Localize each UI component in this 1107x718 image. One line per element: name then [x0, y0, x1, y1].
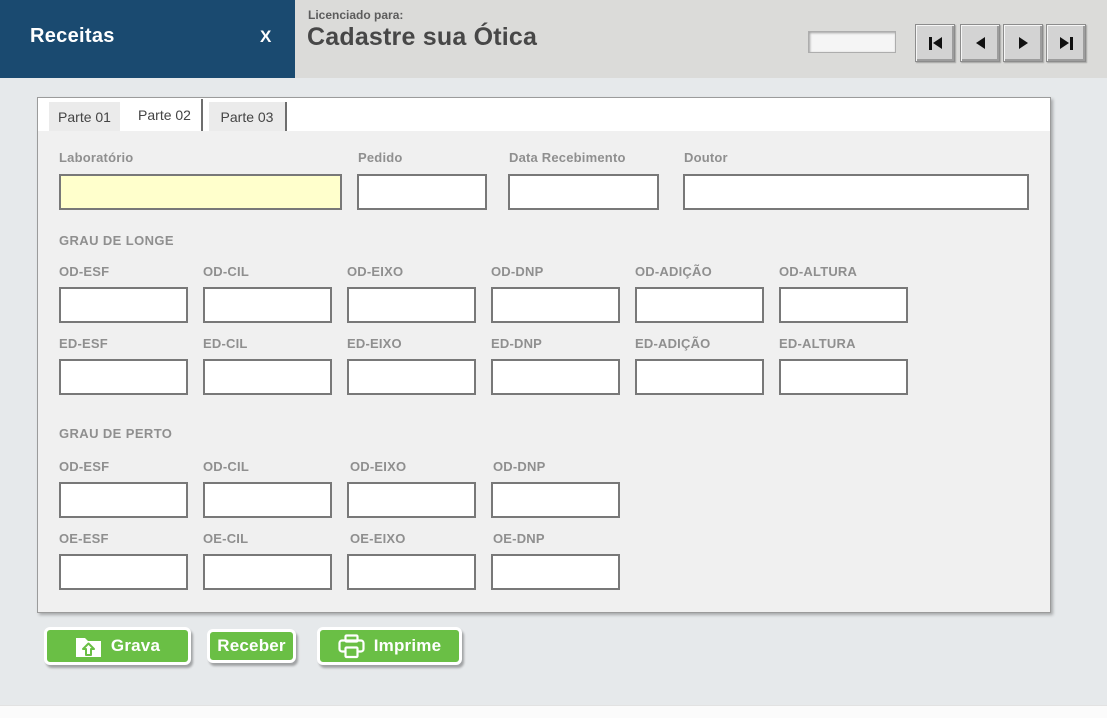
- longe-od-esf-label: OD-ESF: [59, 264, 110, 279]
- grava-button-label: Grava: [110, 636, 161, 655]
- previous-record-icon: [975, 37, 985, 49]
- perto-od-eixo-input[interactable]: [347, 482, 476, 518]
- first-record-icon: [928, 36, 932, 50]
- close-icon[interactable]: X: [260, 27, 271, 47]
- form-panel: Parte 01 Parte 02 Parte 03 Laboratório P…: [37, 97, 1051, 613]
- perto-oe-esf-label: OE-ESF: [59, 531, 109, 546]
- grava-button[interactable]: Grava: [44, 627, 191, 665]
- perto-oe-dnp-input[interactable]: [491, 554, 620, 590]
- doutor-input[interactable]: [683, 174, 1029, 210]
- window-bottom-edge: [0, 705, 1107, 718]
- grau-longe-title: GRAU DE LONGE: [59, 233, 174, 248]
- window-title-bar: Receitas X: [0, 0, 295, 78]
- header-bar: Receitas X Licenciado para: Cadastre sua…: [0, 0, 1107, 78]
- perto-oe-eixo-input[interactable]: [347, 554, 476, 590]
- next-record-button[interactable]: [1003, 24, 1043, 62]
- longe-od-altura-label: OD-ALTURA: [779, 264, 858, 279]
- perto-od-eixo-label: OD-EIXO: [350, 459, 407, 474]
- perto-oe-cil-input[interactable]: [203, 554, 332, 590]
- longe-ed-esf-input[interactable]: [59, 359, 188, 395]
- longe-ed-dnp-input[interactable]: [491, 359, 620, 395]
- perto-od-cil-input[interactable]: [203, 482, 332, 518]
- next-record-icon: [1018, 37, 1028, 49]
- data-recebimento-input[interactable]: [508, 174, 659, 210]
- longe-od-cil-input[interactable]: [203, 287, 332, 323]
- perto-od-esf-input[interactable]: [59, 482, 188, 518]
- tab-strip: Parte 01 Parte 02 Parte 03: [38, 98, 1050, 131]
- longe-od-adicao-label: OD-ADIÇÃO: [635, 264, 712, 279]
- perto-oe-dnp-label: OE-DNP: [493, 531, 545, 546]
- perto-od-esf-label: OD-ESF: [59, 459, 110, 474]
- last-record-button[interactable]: [1046, 24, 1086, 62]
- imprime-button-label: Imprime: [373, 636, 442, 655]
- first-record-button[interactable]: [915, 24, 955, 62]
- longe-ed-altura-label: ED-ALTURA: [779, 336, 856, 351]
- longe-ed-adicao-input[interactable]: [635, 359, 764, 395]
- longe-od-dnp-label: OD-DNP: [491, 264, 544, 279]
- pedido-input[interactable]: [357, 174, 487, 210]
- perto-oe-esf-input[interactable]: [59, 554, 188, 590]
- laboratorio-label: Laboratório: [59, 150, 134, 165]
- longe-ed-cil-label: ED-CIL: [203, 336, 248, 351]
- pedido-label: Pedido: [358, 150, 403, 165]
- longe-ed-altura-input[interactable]: [779, 359, 908, 395]
- data-recebimento-label: Data Recebimento: [509, 150, 626, 165]
- longe-od-eixo-label: OD-EIXO: [347, 264, 404, 279]
- laboratorio-input[interactable]: [59, 174, 342, 210]
- grau-perto-title: GRAU DE PERTO: [59, 426, 173, 441]
- record-number-input[interactable]: [808, 31, 896, 53]
- perto-od-dnp-label: OD-DNP: [493, 459, 546, 474]
- licensed-to-caption: Licenciado para:: [308, 8, 404, 22]
- longe-ed-cil-input[interactable]: [203, 359, 332, 395]
- longe-od-cil-label: OD-CIL: [203, 264, 249, 279]
- longe-ed-esf-label: ED-ESF: [59, 336, 108, 351]
- printer-icon: [338, 633, 365, 659]
- longe-od-esf-input[interactable]: [59, 287, 188, 323]
- doutor-label: Doutor: [684, 150, 728, 165]
- previous-record-button[interactable]: [960, 24, 1000, 62]
- longe-od-altura-input[interactable]: [779, 287, 908, 323]
- receber-button-label: Receber: [217, 636, 286, 655]
- longe-od-dnp-input[interactable]: [491, 287, 620, 323]
- longe-ed-eixo-input[interactable]: [347, 359, 476, 395]
- longe-od-eixo-input[interactable]: [347, 287, 476, 323]
- last-record-icon: [1059, 37, 1069, 49]
- tab-parte-02[interactable]: Parte 02: [128, 99, 203, 131]
- perto-od-cil-label: OD-CIL: [203, 459, 249, 474]
- folder-upload-icon: [75, 635, 102, 658]
- window-title: Receitas: [30, 25, 115, 47]
- longe-ed-adicao-label: ED-ADIÇÃO: [635, 336, 711, 351]
- perto-oe-eixo-label: OE-EIXO: [350, 531, 406, 546]
- longe-ed-dnp-label: ED-DNP: [491, 336, 543, 351]
- perto-oe-cil-label: OE-CIL: [203, 531, 249, 546]
- licensed-to-name: Cadastre sua Ótica: [307, 23, 538, 51]
- longe-ed-eixo-label: ED-EIXO: [347, 336, 402, 351]
- perto-od-dnp-input[interactable]: [491, 482, 620, 518]
- tab-parte-03[interactable]: Parte 03: [209, 102, 287, 131]
- longe-od-adicao-input[interactable]: [635, 287, 764, 323]
- tab-parte-01[interactable]: Parte 01: [49, 102, 120, 131]
- receber-button[interactable]: Receber: [207, 629, 296, 663]
- imprime-button[interactable]: Imprime: [317, 627, 462, 665]
